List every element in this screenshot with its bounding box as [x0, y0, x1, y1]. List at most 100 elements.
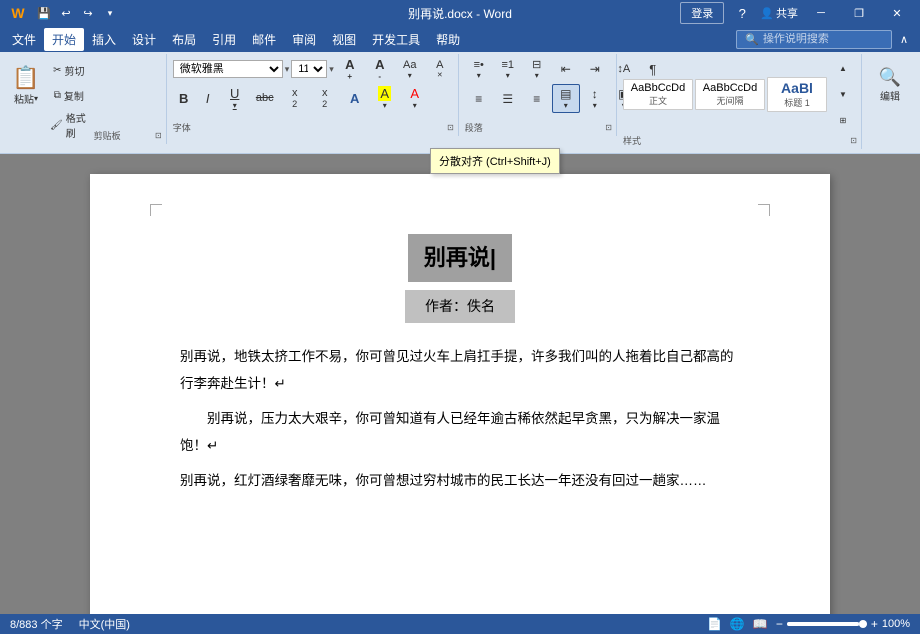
redo-icon[interactable]: ↪ [78, 3, 98, 23]
font-expand-icon[interactable]: ⊡ [447, 123, 454, 132]
styles-group-label: 样式 ⊡ [623, 134, 857, 147]
share-button[interactable]: 👤 共享 [760, 5, 798, 21]
justify-button[interactable]: ▤▾ [552, 84, 580, 113]
strikethrough-button[interactable]: abc [251, 86, 279, 110]
title-bar-left: W 💾 ↩ ↪ ▾ [8, 3, 120, 23]
numbering-button[interactable]: ≡1▾ [494, 57, 522, 82]
increase-indent-button[interactable]: ⇥ [581, 57, 609, 81]
title-bar-title: 别再说.docx - Word [408, 5, 512, 22]
styles-more[interactable]: ⊞ [829, 108, 857, 132]
align-left-button[interactable]: ≡ [465, 87, 493, 111]
justify-icon: ▤ [560, 87, 571, 101]
paste-icon: 📋 [12, 65, 39, 91]
copy-button[interactable]: ⧉ 复制 [46, 83, 92, 107]
format-painter-button[interactable]: 🖌 格式刷 [46, 108, 92, 142]
styles-row: AaBbCcDd 正文 AaBbCcDd 无间隔 AaBl 标题 1 ▲ ▼ ⊞ [623, 56, 857, 132]
menu-home[interactable]: 开始 [44, 28, 84, 51]
cut-icon: ✂ [53, 65, 61, 76]
document-title-text: 别再说.docx - Word [408, 7, 512, 21]
search-bar[interactable]: 🔍 [736, 30, 892, 49]
editing-label: 编辑 [880, 88, 900, 103]
paragraph-row2: ≡ ☰ ≡ ▤▾ ↕▾ ▣▾ ⊞▾ [465, 84, 612, 113]
title-bar-right: 登录 ? 👤 共享 ─ ❐ ✕ [680, 2, 912, 24]
restore-button[interactable]: ❐ [844, 3, 874, 23]
document-content[interactable]: 别再说，地铁太挤工作不易，你可曾见过火车上肩扛手提，许多我们叫的人拖着比自己都高… [180, 343, 740, 494]
menu-layout[interactable]: 布局 [164, 28, 204, 51]
document-area[interactable]: 别再说 作者：佚名 别再说，地铁太挤工作不易，你可曾见过火车上肩扛手提，许多我们… [0, 154, 920, 620]
text-effect-button[interactable]: A [341, 86, 369, 110]
view-read-icon[interactable]: 📖 [753, 617, 768, 631]
superscript-button[interactable]: x2 [311, 85, 339, 111]
paragraph-group-label: 段落 ⊡ [465, 121, 612, 134]
style-heading1[interactable]: AaBl 标题 1 [767, 77, 827, 112]
paragraph-1-text: 别再说，地铁太挤工作不易，你可曾见过火车上肩扛手提，许多我们叫的人拖着比自己都高… [180, 349, 734, 391]
menu-references[interactable]: 引用 [204, 28, 244, 51]
status-right: 📄 🌐 📖 − + 100% [707, 617, 910, 631]
close-button[interactable]: ✕ [882, 3, 912, 23]
search-input[interactable] [763, 33, 883, 45]
subscript-button[interactable]: x2 [281, 85, 309, 111]
underline-button[interactable]: U▾ [221, 84, 249, 112]
menu-developer[interactable]: 开发工具 [364, 28, 428, 51]
font-group-label: 字体 ⊡ [173, 121, 454, 134]
status-bar: 8/883 个字 中文(中国) 📄 🌐 📖 − + 100% [0, 614, 920, 634]
styles-expand-icon[interactable]: ⊡ [850, 136, 857, 145]
login-button[interactable]: 登录 [680, 2, 724, 24]
share-icon: 👤 [760, 7, 774, 20]
font-name-row: 微软雅黑 ▾ 11 ▾ A+ A- Aa▾ A✕ [173, 56, 454, 82]
view-print-icon[interactable]: 📄 [707, 617, 722, 631]
zoom-handle [859, 620, 867, 628]
zoom-bar-fill [787, 622, 859, 626]
cut-button[interactable]: ✂ 剪切 [46, 58, 92, 82]
menu-file[interactable]: 文件 [4, 28, 44, 51]
shrink-font-button[interactable]: A- [366, 56, 394, 82]
language-status[interactable]: 中文(中国) [79, 616, 130, 632]
menu-insert[interactable]: 插入 [84, 28, 124, 51]
line-spacing-button[interactable]: ↕▾ [581, 85, 609, 112]
zoom-out-icon[interactable]: − [776, 617, 783, 631]
author-label: 作者：佚名 [425, 298, 495, 314]
menu-view[interactable]: 视图 [324, 28, 364, 51]
format-painter-icon: 🖌 [50, 120, 63, 131]
help-icon[interactable]: ? [732, 3, 752, 23]
align-right-button[interactable]: ≡ [523, 87, 551, 111]
style-no-spacing[interactable]: AaBbCcDd 无间隔 [695, 79, 765, 110]
clipboard-expand-icon[interactable]: ⊡ [155, 131, 162, 140]
font-group: 微软雅黑 ▾ 11 ▾ A+ A- Aa▾ A✕ B I U▾ abc x2 x… [169, 54, 459, 136]
multilevel-button[interactable]: ⊟▾ [523, 56, 551, 82]
minimize-button[interactable]: ─ [806, 3, 836, 23]
align-center-button[interactable]: ☰ [494, 87, 522, 111]
clear-format-button[interactable]: A✕ [426, 57, 454, 81]
styles-scroll-down[interactable]: ▼ [829, 82, 857, 106]
clipboard-group-label: 剪贴板 ⊡ [94, 127, 162, 142]
font-size-select[interactable]: 11 [291, 60, 327, 78]
paragraph-expand-icon[interactable]: ⊡ [605, 123, 612, 132]
zoom-bar[interactable] [787, 622, 867, 626]
styles-scroll-up[interactable]: ▲ [829, 56, 857, 80]
zoom-percent[interactable]: 100% [882, 618, 910, 630]
page: 别再说 作者：佚名 别再说，地铁太挤工作不易，你可曾见过火车上肩扛手提，许多我们… [90, 174, 830, 620]
style-normal[interactable]: AaBbCcDd 正文 [623, 79, 693, 110]
grow-font-button[interactable]: A+ [336, 56, 364, 82]
bold-button[interactable]: B [173, 86, 195, 110]
menu-design[interactable]: 设计 [124, 28, 164, 51]
menu-mail[interactable]: 邮件 [244, 28, 284, 51]
undo-icon[interactable]: ↩ [56, 3, 76, 23]
zoom-in-icon[interactable]: + [871, 617, 878, 631]
highlight-button[interactable]: A▾ [371, 84, 399, 112]
collapse-ribbon-icon[interactable]: ∧ [892, 33, 916, 46]
menu-review[interactable]: 审阅 [284, 28, 324, 51]
paste-button[interactable]: 📋 粘贴▾ [8, 56, 44, 112]
font-name-select[interactable]: 微软雅黑 [173, 60, 283, 78]
bullets-button[interactable]: ≡•▾ [465, 57, 493, 82]
find-button[interactable]: 🔍 编辑 [872, 56, 908, 112]
view-web-icon[interactable]: 🌐 [730, 617, 745, 631]
word-count[interactable]: 8/883 个字 [10, 616, 63, 632]
font-color-button[interactable]: A▾ [401, 84, 429, 112]
change-case-button[interactable]: Aa▾ [396, 57, 424, 81]
decrease-indent-button[interactable]: ⇤ [552, 57, 580, 81]
italic-button[interactable]: I [197, 86, 219, 110]
menu-help[interactable]: 帮助 [428, 28, 468, 51]
save-icon[interactable]: 💾 [34, 3, 54, 23]
more-icon[interactable]: ▾ [100, 3, 120, 23]
